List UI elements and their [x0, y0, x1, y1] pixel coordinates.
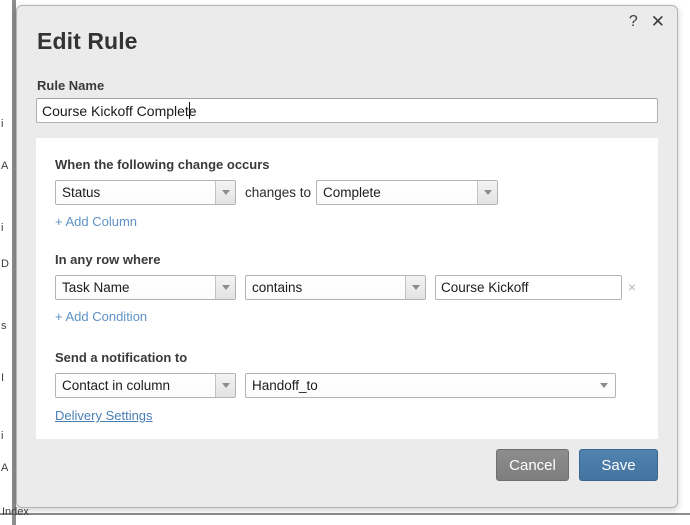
- condition-field-select[interactable]: Task Name: [55, 275, 236, 300]
- notification-column-select[interactable]: Handoff_to: [245, 373, 616, 398]
- changes-to-text: changes to: [245, 185, 312, 200]
- dialog-title: Edit Rule: [37, 28, 138, 54]
- condition-value-input[interactable]: [435, 275, 622, 300]
- footer-divider: [17, 444, 677, 445]
- chevron-down-icon: [405, 276, 425, 299]
- page-root: i A i D s I i A Index ? ✕ Edit Rule Rule…: [0, 0, 690, 525]
- trigger-column-select[interactable]: Status: [55, 180, 236, 205]
- chevron-down-icon: [477, 181, 497, 204]
- trigger-value-select[interactable]: Complete: [316, 180, 498, 205]
- chevron-down-icon: [215, 374, 235, 397]
- rule-builder-panel: When the following change occurs Status …: [36, 138, 658, 439]
- condition-section-label: In any row where: [55, 252, 161, 267]
- text-cursor: [189, 102, 190, 119]
- rule-name-input[interactable]: [36, 98, 658, 123]
- remove-condition-icon[interactable]: ×: [628, 279, 636, 295]
- close-icon[interactable]: ✕: [651, 13, 665, 30]
- add-condition-link[interactable]: + Add Condition: [55, 309, 147, 324]
- question-mark-icon[interactable]: ?: [629, 14, 638, 30]
- condition-operator-select-value: contains: [252, 280, 303, 295]
- chevron-down-icon: [215, 181, 235, 204]
- add-column-link[interactable]: + Add Column: [55, 214, 137, 229]
- trigger-value-select-value: Complete: [323, 185, 381, 200]
- background-page-strip: i A i D s I i A: [0, 0, 16, 525]
- background-bottom-rule: Index: [0, 506, 690, 518]
- chevron-down-icon: [215, 276, 235, 299]
- delivery-settings-link[interactable]: Delivery Settings: [55, 408, 153, 423]
- trigger-section-label: When the following change occurs: [55, 157, 270, 172]
- edit-rule-dialog: ? ✕ Edit Rule Rule Name When the followi…: [16, 5, 678, 508]
- trigger-column-select-value: Status: [62, 185, 101, 200]
- dialog-titlebar-icons: ? ✕: [629, 13, 665, 30]
- condition-field-select-value: Task Name: [62, 280, 130, 295]
- save-button[interactable]: Save: [579, 449, 658, 481]
- notification-recipient-type-value: Contact in column: [62, 378, 171, 393]
- notification-recipient-type-select[interactable]: Contact in column: [55, 373, 236, 398]
- condition-operator-select[interactable]: contains: [245, 275, 426, 300]
- rule-name-label: Rule Name: [37, 78, 105, 93]
- chevron-down-icon: [593, 374, 615, 397]
- cancel-button[interactable]: Cancel: [496, 449, 569, 481]
- notification-section-label: Send a notification to: [55, 350, 188, 365]
- notification-column-select-value: Handoff_to: [252, 378, 318, 393]
